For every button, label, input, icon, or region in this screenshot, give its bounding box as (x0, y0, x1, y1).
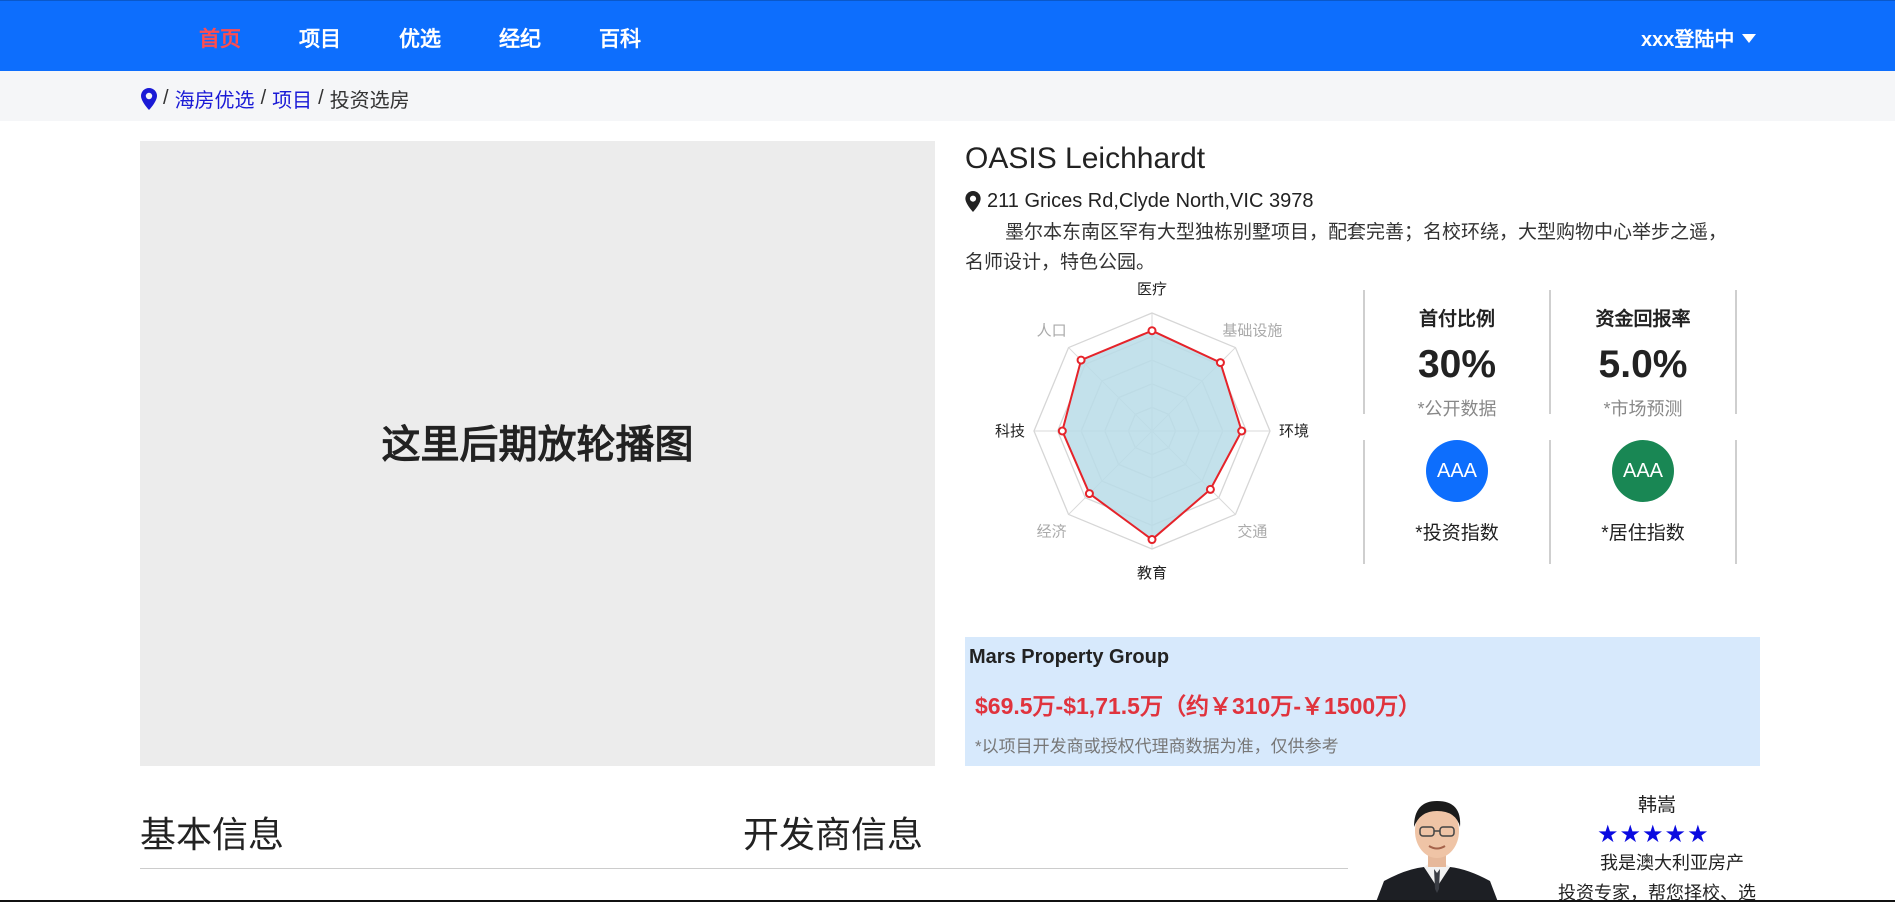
agent-bio: 我是澳大利亚房产投资专家，帮您择校、选房 (1558, 853, 1756, 902)
radar-axis-label: 经济 (1037, 522, 1067, 540)
breadcrumb-separator: / (163, 87, 169, 109)
radar-series-area (1061, 329, 1243, 541)
breadcrumb-current: 投资选房 (329, 90, 410, 112)
stat-note: *公开数据 (1417, 399, 1497, 419)
stat-divider (1735, 290, 1737, 414)
rating-badge: AAA (1612, 440, 1674, 502)
price-disclaimer: *以项目开发商或授权代理商数据为准，仅供参考 (975, 737, 1339, 756)
radar-point (1147, 535, 1157, 545)
section-divider (140, 868, 1348, 869)
project-address: 211 Grices Rd,Clyde North,VIC 3978 (965, 190, 1313, 213)
breadcrumb-separator: / (260, 87, 267, 109)
tab-developer-info[interactable]: 开发商信息 (743, 806, 923, 858)
radar-axis-label: 环境 (1279, 422, 1309, 440)
tab-basic-info[interactable]: 基本信息 (140, 806, 284, 858)
breadcrumb-link-projects[interactable]: 项目 (272, 84, 312, 113)
rating-badge: AAA (1426, 440, 1488, 502)
map-pin-icon (965, 191, 981, 212)
stat-invest-index: AAA *投资指数 (1363, 440, 1549, 564)
nav-agents[interactable]: 经纪 (499, 23, 541, 53)
top-navbar: 首页 项目 优选 经纪 百科 xxx登陆中 (0, 0, 1895, 71)
user-menu-label: xxx登陆中 (1641, 29, 1735, 51)
address-text: 211 Grices Rd,Clyde North,VIC 3978 (987, 190, 1314, 212)
stat-label: 资金回报率 (1595, 309, 1691, 330)
agent-avatar[interactable] (1376, 789, 1498, 902)
stat-value: 5.0% (1598, 343, 1688, 386)
radar-axis-label: 交通 (1237, 522, 1267, 540)
stat-label: 首付比例 (1418, 309, 1495, 330)
radar-chart: 医疗基础设施环境交通教育 经济 科技 人口 (995, 280, 1309, 582)
breadcrumb-separator: / (318, 87, 324, 109)
nav-wiki[interactable]: 百科 (599, 23, 641, 53)
nav-projects[interactable]: 项目 (299, 23, 341, 53)
radar-axis-label: 医疗 (1137, 280, 1167, 298)
image-carousel[interactable]: 这里后期放轮播图 (140, 141, 935, 766)
project-description: 墨尔本东南区罕有大型独栋别墅项目，配套完善；名校环绕，大型购物中心举步之遥，名师… (965, 222, 1728, 273)
agent-portrait-icon (1376, 789, 1498, 902)
radar-axis-label: 教育 (1137, 564, 1167, 582)
agent-rating-stars: ★★★★★ (1597, 821, 1710, 848)
nav-home[interactable]: 首页 (199, 23, 241, 53)
stat-living-index: AAA *居住指数 (1549, 440, 1735, 564)
stat-note: *居住指数 (1601, 523, 1685, 544)
user-menu[interactable]: xxx登陆中 (1641, 23, 1757, 52)
stat-down-payment: 首付比例 30% *公开数据 (1363, 290, 1549, 419)
radar-point (1076, 355, 1086, 365)
breadcrumb-bar: / 海房优选 / 项目 / 投资选房 (0, 71, 1895, 121)
caret-down-icon (1742, 34, 1757, 43)
breadcrumb: / 海房优选 / 项目 / 投资选房 (141, 84, 410, 113)
radar-point (1147, 326, 1157, 336)
radar-point (1237, 426, 1247, 436)
stat-divider (1735, 440, 1737, 564)
nav-featured[interactable]: 优选 (399, 23, 441, 53)
agent-name: 韩嵩 (1638, 795, 1677, 816)
map-pin-icon (141, 87, 157, 110)
carousel-placeholder-text: 这里后期放轮播图 (381, 422, 694, 468)
radar-axis-label: 基础设施 (1222, 322, 1282, 340)
radar-point (1205, 484, 1215, 494)
developer-name: Mars Property Group (969, 646, 1170, 668)
radar-point (1215, 358, 1225, 368)
price-range: $69.5万-$1,71.5万（约￥310万-￥1500万） (975, 693, 1422, 719)
radar-axis-label: 科技 (995, 422, 1025, 440)
stat-roi: 资金回报率 5.0% *市场预测 (1549, 290, 1735, 419)
breadcrumb-link-featured[interactable]: 海房优选 (175, 84, 255, 113)
project-title: OASIS Leichhardt (965, 142, 1206, 175)
stat-value: 30% (1417, 343, 1497, 386)
radar-point (1084, 489, 1094, 499)
stat-note: *投资指数 (1415, 523, 1499, 544)
stat-note: *市场预测 (1603, 399, 1683, 419)
developer-price-panel: Mars Property Group $69.5万-$1,71.5万（约￥31… (965, 637, 1760, 766)
radar-point (1057, 426, 1067, 436)
radar-axis-label: 人口 (1037, 322, 1067, 340)
